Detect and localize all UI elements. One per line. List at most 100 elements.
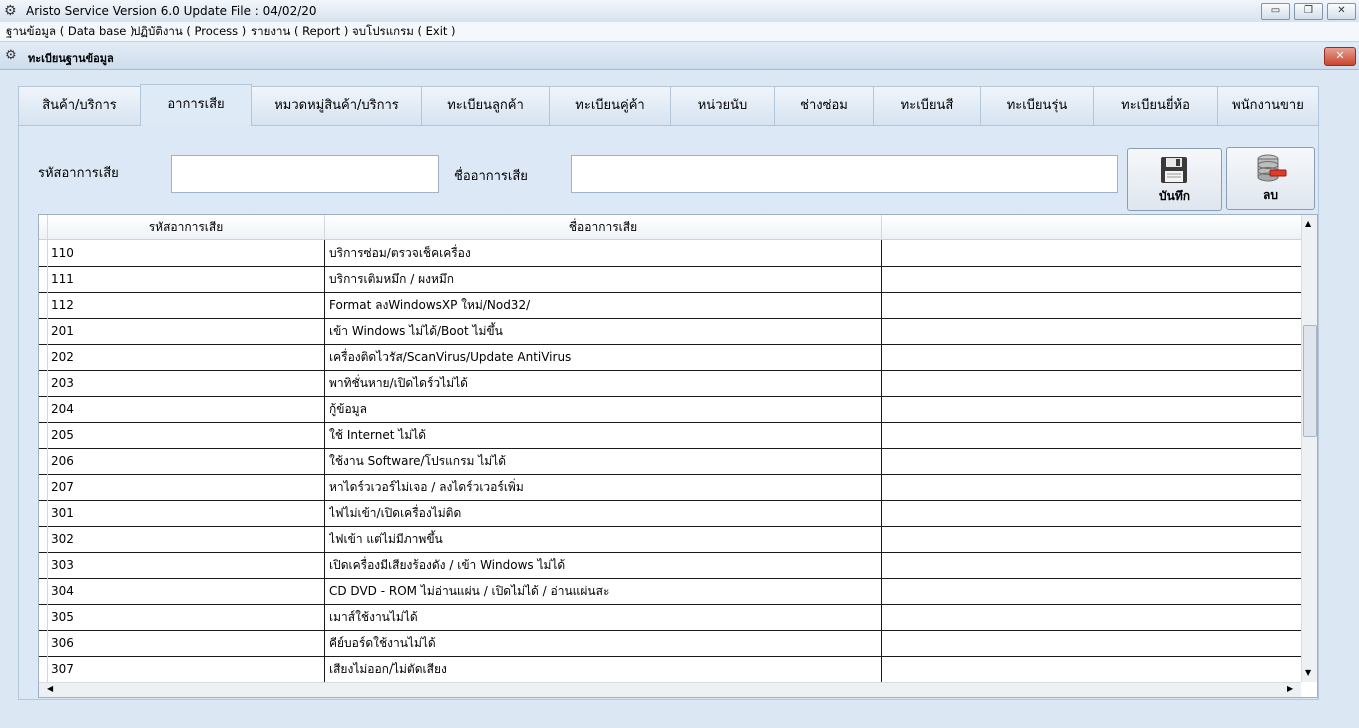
scroll-up-icon[interactable]: ▲: [1305, 219, 1311, 228]
cell-code[interactable]: 306: [51, 630, 321, 656]
tab-technicians[interactable]: ช่างซ่อม: [774, 86, 874, 126]
cell-name[interactable]: เมาส์ใช้งานไม่ได้: [329, 604, 879, 630]
menu-process[interactable]: ปฏิบัติงาน ( Process ): [133, 24, 246, 39]
cell-name[interactable]: บริการซ่อม/ตรวจเช็คเครื่อง: [329, 240, 879, 266]
table-row[interactable]: 304 CD DVD - ROM ไม่อ่านแผ่น / เปิดไม่ได้…: [39, 578, 1301, 605]
cell-name[interactable]: หาไดร์วเวอร์ไม่เจอ / ลงไดร์วเวอร์เพิ่ม: [329, 474, 879, 500]
table-row[interactable]: 206 ใช้งาน Software/โปรแกรม ไม่ได้: [39, 448, 1301, 475]
cell-name[interactable]: เสียงไม่ออก/ไม่ตัดเสียง: [329, 656, 879, 682]
cell-name[interactable]: เข้า Windows ไม่ได้/Boot ไม่ขึ้น: [329, 318, 879, 344]
table-row[interactable]: 110 บริการซ่อม/ตรวจเช็คเครื่อง: [39, 240, 1301, 267]
child-close-button[interactable]: ✕: [1324, 47, 1356, 66]
table-row[interactable]: 204 กู้ข้อมูล: [39, 396, 1301, 423]
cell-code[interactable]: 305: [51, 604, 321, 630]
tab-colors[interactable]: ทะเบียนสี: [873, 86, 981, 126]
header-name[interactable]: ชื่ออาการเสีย: [325, 215, 882, 239]
table-row[interactable]: 303 เปิดเครื่องมีเสียงร้องดัง / เข้า Wind…: [39, 552, 1301, 579]
cell-code[interactable]: 207: [51, 474, 321, 500]
row-indicator[interactable]: [39, 266, 48, 292]
cell-code[interactable]: 202: [51, 344, 321, 370]
row-indicator[interactable]: [39, 630, 48, 656]
row-indicator[interactable]: [39, 396, 48, 422]
tab-symptoms[interactable]: อาการเสีย: [140, 84, 252, 124]
cell-code[interactable]: 304: [51, 578, 321, 604]
table-row[interactable]: 207 หาไดร์วเวอร์ไม่เจอ / ลงไดร์วเวอร์เพิ่…: [39, 474, 1301, 501]
tab-categories[interactable]: หมวดหมู่สินค้า/บริการ: [251, 86, 422, 126]
row-indicator[interactable]: [39, 344, 48, 370]
save-button[interactable]: บันทึก: [1127, 148, 1222, 211]
minimize-button[interactable]: ▭: [1261, 3, 1290, 20]
cell-name[interactable]: บริการเติมหมึก / ผงหมึก: [329, 266, 879, 292]
name-input[interactable]: [571, 155, 1118, 193]
cell-name[interactable]: เปิดเครื่องมีเสียงร้องดัง / เข้า Windows…: [329, 552, 879, 578]
row-indicator[interactable]: [39, 552, 48, 578]
restore-button[interactable]: ❐: [1294, 3, 1323, 20]
tab-salespeople[interactable]: พนักงานขาย: [1217, 86, 1319, 126]
cell-code[interactable]: 112: [51, 292, 321, 318]
cell-name[interactable]: CD DVD - ROM ไม่อ่านแผ่น / เปิดไม่ได้ / …: [329, 578, 879, 604]
menu-database[interactable]: ฐานข้อมูล ( Data base ): [6, 24, 135, 39]
row-indicator[interactable]: [39, 500, 48, 526]
tab-brands[interactable]: ทะเบียนยี่ห้อ: [1093, 86, 1218, 126]
row-indicator[interactable]: [39, 526, 48, 552]
cell-code[interactable]: 203: [51, 370, 321, 396]
table-row[interactable]: 301 ไฟไม่เข้า/เปิดเครื่องไม่ติด: [39, 500, 1301, 527]
row-indicator[interactable]: [39, 578, 48, 604]
tab-units[interactable]: หน่วยนับ: [670, 86, 775, 126]
cell-name[interactable]: เครื่องติดไวรัส/ScanVirus/Update AntiVir…: [329, 344, 879, 370]
cell-code[interactable]: 307: [51, 656, 321, 682]
cell-name[interactable]: คีย์บอร์ดใช้งานไม่ได้: [329, 630, 879, 656]
tab-models[interactable]: ทะเบียนรุ่น: [980, 86, 1094, 126]
table-row[interactable]: 302 ไฟเข้า แต่ไม่มีภาพขึ้น: [39, 526, 1301, 553]
cell-code[interactable]: 204: [51, 396, 321, 422]
row-indicator[interactable]: [39, 448, 48, 474]
menu-exit[interactable]: จบโปรแกรม ( Exit ): [352, 24, 456, 39]
row-indicator[interactable]: [39, 240, 48, 266]
horizontal-scrollbar[interactable]: ◀ ▶: [39, 682, 1301, 697]
cell-code[interactable]: 111: [51, 266, 321, 292]
tab-customers[interactable]: ทะเบียนลูกค้า: [421, 86, 550, 126]
cell-name[interactable]: Format ลงWindowsXP ใหม่/Nod32/: [329, 292, 879, 318]
scroll-down-icon[interactable]: ▼: [1305, 668, 1311, 677]
cell-code[interactable]: 206: [51, 448, 321, 474]
symptom-grid[interactable]: รหัสอาการเสีย ชื่ออาการเสีย 110 บริการซ่อ…: [38, 214, 1318, 698]
table-row[interactable]: 306 คีย์บอร์ดใช้งานไม่ได้: [39, 630, 1301, 657]
table-row[interactable]: 112 Format ลงWindowsXP ใหม่/Nod32/: [39, 292, 1301, 319]
table-row[interactable]: 205 ใช้ Internet ไม่ได้: [39, 422, 1301, 449]
scroll-left-icon[interactable]: ◀: [47, 684, 53, 693]
cell-name[interactable]: กู้ข้อมูล: [329, 396, 879, 422]
cell-name[interactable]: ใช้งาน Software/โปรแกรม ไม่ได้: [329, 448, 879, 474]
close-button[interactable]: ✕: [1327, 3, 1356, 20]
table-row[interactable]: 307 เสียงไม่ออก/ไม่ตัดเสียง: [39, 656, 1301, 683]
row-indicator[interactable]: [39, 292, 48, 318]
cell-name[interactable]: ไฟเข้า แต่ไม่มีภาพขึ้น: [329, 526, 879, 552]
vertical-scrollbar[interactable]: ▲ ▼: [1301, 215, 1317, 682]
cell-name[interactable]: พาทิชั่นหาย/เปิดไดร์วไม่ได้: [329, 370, 879, 396]
row-indicator[interactable]: [39, 318, 48, 344]
table-row[interactable]: 111 บริการเติมหมึก / ผงหมึก: [39, 266, 1301, 293]
cell-code[interactable]: 201: [51, 318, 321, 344]
table-row[interactable]: 201 เข้า Windows ไม่ได้/Boot ไม่ขึ้น: [39, 318, 1301, 345]
row-indicator[interactable]: [39, 604, 48, 630]
cell-name[interactable]: ไฟไม่เข้า/เปิดเครื่องไม่ติด: [329, 500, 879, 526]
header-code[interactable]: รหัสอาการเสีย: [48, 215, 325, 239]
row-indicator[interactable]: [39, 474, 48, 500]
row-indicator[interactable]: [39, 656, 48, 682]
tab-products[interactable]: สินค้า/บริการ: [18, 86, 141, 126]
code-input[interactable]: [171, 155, 439, 193]
menu-report[interactable]: รายงาน ( Report ): [251, 24, 348, 39]
table-row[interactable]: 203 พาทิชั่นหาย/เปิดไดร์วไม่ได้: [39, 370, 1301, 397]
row-indicator[interactable]: [39, 370, 48, 396]
cell-code[interactable]: 110: [51, 240, 321, 266]
cell-code[interactable]: 303: [51, 552, 321, 578]
scrollbar-thumb[interactable]: [1303, 325, 1317, 437]
cell-code[interactable]: 301: [51, 500, 321, 526]
delete-button[interactable]: ลบ: [1226, 147, 1315, 210]
cell-name[interactable]: ใช้ Internet ไม่ได้: [329, 422, 879, 448]
row-indicator[interactable]: [39, 422, 48, 448]
tab-partners[interactable]: ทะเบียนคู่ค้า: [549, 86, 671, 126]
scroll-right-icon[interactable]: ▶: [1287, 684, 1293, 693]
cell-code[interactable]: 205: [51, 422, 321, 448]
cell-code[interactable]: 302: [51, 526, 321, 552]
table-row[interactable]: 202 เครื่องติดไวรัส/ScanVirus/Update Anti…: [39, 344, 1301, 371]
